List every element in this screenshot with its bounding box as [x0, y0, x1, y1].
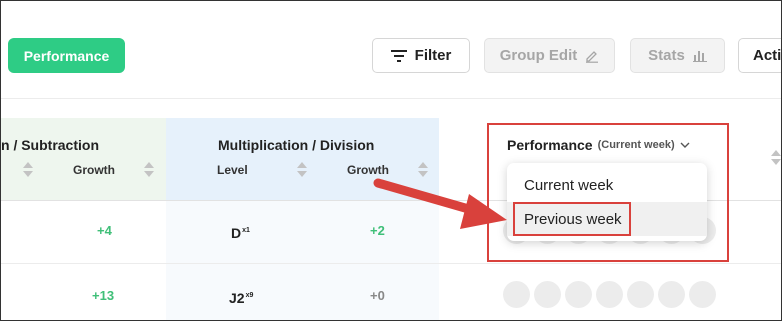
filter-button[interactable]: Filter — [372, 38, 470, 73]
filter-button-label: Filter — [414, 47, 452, 64]
toolbar-divider — [1, 98, 781, 99]
performance-dot — [689, 281, 716, 308]
stats-button[interactable]: Stats — [630, 38, 725, 73]
performance-dot — [658, 281, 685, 308]
annotation-option-highlight — [513, 202, 631, 236]
add-sub-growth-cell: +13 — [92, 288, 115, 303]
sort-icon[interactable] — [144, 161, 154, 179]
stats-label: Stats — [648, 47, 685, 64]
performance-dot — [503, 281, 530, 308]
performance-dot — [534, 281, 561, 308]
pencil-icon — [586, 50, 599, 63]
sort-icon[interactable] — [23, 161, 33, 179]
mult-level-cell: J2x9 — [229, 290, 253, 306]
mult-growth-cell: +2 — [370, 223, 385, 238]
group-edit-label: Group Edit — [499, 47, 578, 64]
actions-label: Acti — [753, 47, 782, 64]
mult-level-header[interactable]: Level — [217, 163, 248, 177]
performance-dot — [627, 281, 654, 308]
app-window: Performance Filter Group Edit Stats Acti — [0, 0, 782, 321]
mult-growth-cell: +0 — [370, 288, 385, 303]
bar-chart-icon — [692, 51, 707, 62]
add-sub-growth-header[interactable]: Growth — [73, 163, 115, 177]
performance-dot — [565, 281, 592, 308]
mult-div-column-body-bg — [166, 201, 439, 320]
performance-tab-button[interactable]: Performance — [8, 38, 125, 73]
sort-icon[interactable] — [418, 161, 428, 179]
annotation-highlight-box — [487, 123, 729, 262]
add-sub-growth-cell: +4 — [97, 223, 112, 238]
performance-dots — [503, 281, 716, 308]
mult-level-cell: Dx1 — [231, 225, 250, 241]
mult-level-value: J2 — [229, 290, 245, 306]
add-sub-column-header-bg — [1, 118, 166, 201]
sort-icon[interactable] — [297, 161, 307, 179]
mult-div-column-header-bg — [166, 118, 439, 201]
mult-level-multiplier: x9 — [245, 292, 254, 300]
filter-icon — [390, 49, 407, 62]
sort-icon[interactable] — [771, 149, 781, 167]
mult-level-value: D — [231, 225, 242, 241]
mult-level-multiplier: x1 — [242, 227, 250, 235]
mult-div-group-title: Multiplication / Division — [218, 137, 375, 153]
group-edit-button[interactable]: Group Edit — [484, 38, 615, 73]
actions-button[interactable]: Acti — [738, 38, 782, 73]
performance-dot — [596, 281, 623, 308]
add-sub-group-title: n / Subtraction — [1, 137, 99, 153]
mult-growth-header[interactable]: Growth — [347, 163, 389, 177]
row-divider — [1, 263, 781, 264]
